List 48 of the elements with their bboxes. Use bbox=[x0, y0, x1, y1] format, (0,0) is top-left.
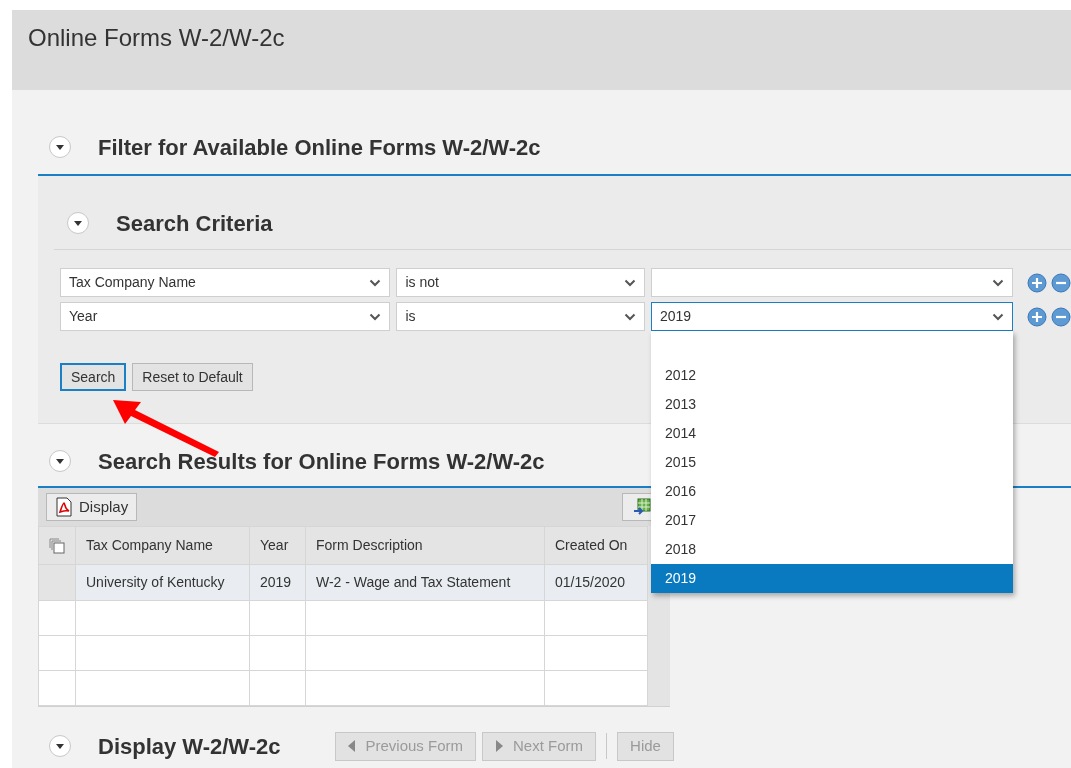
chevron-down-icon bbox=[369, 312, 382, 321]
chevron-down-icon bbox=[992, 278, 1004, 287]
table-cell: 2019 bbox=[249, 564, 306, 601]
remove-icon[interactable] bbox=[1051, 306, 1071, 327]
dropdown-option[interactable]: 2013 bbox=[651, 390, 1013, 419]
page-title: Online Forms W-2/W-2c bbox=[28, 23, 286, 53]
table-cell: University of Kentucky bbox=[75, 564, 250, 601]
operator-select[interactable]: is bbox=[396, 302, 645, 331]
column-header: Form Description bbox=[305, 526, 545, 565]
spreadsheet-export-icon bbox=[632, 497, 652, 517]
chevron-down-icon bbox=[624, 312, 636, 321]
dropdown-option[interactable]: 2019 bbox=[651, 564, 1013, 593]
dropdown-option[interactable]: 2014 bbox=[651, 419, 1013, 448]
search-button[interactable]: Search bbox=[60, 363, 127, 391]
right-arrow-icon bbox=[495, 740, 504, 752]
chevron-down-icon bbox=[624, 278, 636, 287]
add-icon[interactable] bbox=[1027, 272, 1047, 293]
subsection-title: Search Criteria bbox=[116, 209, 273, 238]
chevron-down-icon bbox=[992, 312, 1004, 321]
column-header: Created On bbox=[544, 526, 648, 565]
dropdown-option[interactable]: 2012 bbox=[651, 361, 1013, 390]
chevron-down-icon bbox=[369, 278, 382, 287]
section-title: Search Results for Online Forms W-2/W-2c bbox=[98, 447, 545, 476]
add-icon[interactable] bbox=[1027, 306, 1047, 327]
display-button[interactable]: Display bbox=[46, 493, 138, 521]
section-title: Filter for Available Online Forms W-2/W-2c bbox=[98, 133, 541, 162]
field-select[interactable]: Tax Company Name bbox=[60, 268, 391, 297]
collapse-toggle-icon[interactable] bbox=[48, 449, 72, 473]
value-select[interactable]: 2019 bbox=[651, 302, 1013, 331]
column-header: Year bbox=[249, 526, 306, 565]
section-title: Display W-2/W-2c bbox=[98, 732, 281, 761]
operator-select[interactable]: is not bbox=[396, 268, 645, 297]
collapse-toggle-icon[interactable] bbox=[48, 135, 72, 159]
collapse-toggle-icon[interactable] bbox=[66, 211, 90, 235]
dropdown-option[interactable]: 2015 bbox=[651, 448, 1013, 477]
pdf-icon bbox=[55, 497, 73, 517]
dropdown-option[interactable]: 2018 bbox=[651, 535, 1013, 564]
column-header: Tax Company Name bbox=[75, 526, 250, 565]
table-cell: W-2 - Wage and Tax Statement bbox=[305, 564, 545, 601]
dropdown-option[interactable]: 2016 bbox=[651, 477, 1013, 506]
select-all-icon[interactable] bbox=[49, 537, 65, 554]
reset-button[interactable]: Reset to Default bbox=[132, 363, 253, 391]
collapse-toggle-icon[interactable] bbox=[48, 734, 72, 758]
dropdown-option[interactable]: 2017 bbox=[651, 506, 1013, 535]
remove-icon[interactable] bbox=[1051, 272, 1071, 293]
table-cell: 01/15/2020 bbox=[544, 564, 648, 601]
left-arrow-icon bbox=[347, 740, 356, 752]
field-select[interactable]: Year bbox=[60, 302, 391, 331]
